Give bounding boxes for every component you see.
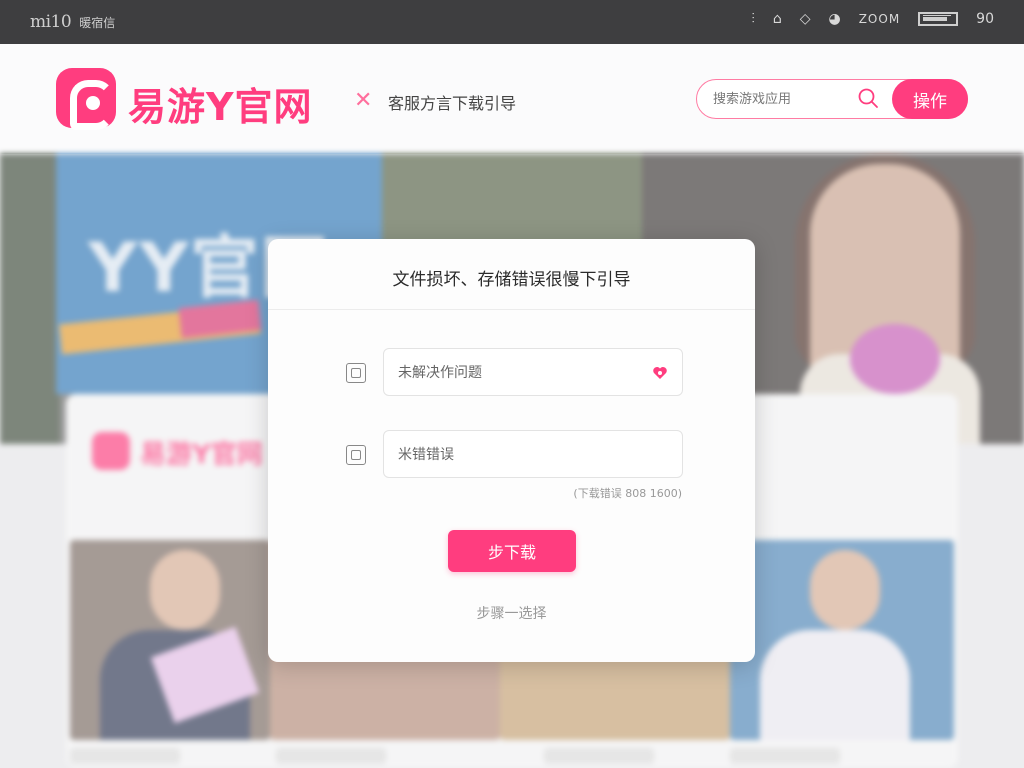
issue-input[interactable] [398,362,638,384]
device-name: mi10 [30,12,72,32]
error-input[interactable] [398,444,638,466]
logo-icon[interactable] [56,68,116,130]
dialog-divider [268,309,755,310]
home-icon: ⌂ [772,11,782,27]
system-status-bar: mi10 暖宿信 ⫶ ⌂ ◇ ◕ ZOOM 90 [0,0,1024,44]
notification-icon: ◕ [828,11,841,27]
close-icon[interactable]: ✕ [354,88,372,113]
dialog-title: 文件损坏、存储错误很慢下引导 [392,270,631,290]
signal-icon: ⫶ [751,11,755,27]
device-label: mi10 暖宿信 [30,12,115,32]
battery-icon [918,12,959,26]
file-icon [346,363,366,383]
download-button[interactable]: 步下载 [448,530,576,572]
heart-icon[interactable] [652,365,668,381]
wifi-icon: ◇ [799,11,811,27]
step-link[interactable]: 步骤一选择 [268,603,755,623]
site-header: 易游Y官网 ✕ 客服方言下载引导 操作 [0,44,1024,154]
site-name[interactable]: 易游Y官网 [128,76,313,131]
download-guide-dialog: 文件损坏、存储错误很慢下引导 (下载错误 808 1600) 步下载 步骤一选择 [268,239,755,662]
issue-field [383,348,683,396]
search-input[interactable] [713,88,853,110]
zoom-indicator: ZOOM [858,12,901,26]
battery-level: 90 [976,11,994,27]
search-icon[interactable] [857,87,879,109]
error-icon [346,445,366,465]
error-code-hint: (下载错误 808 1600) [573,487,682,500]
search-bar: 操作 [696,79,968,119]
header-tagline: 客服方言下载引导 [388,94,517,113]
status-icons: ⫶ ⌂ ◇ ◕ ZOOM 90 [751,11,994,27]
carrier-label: 暖宿信 [79,16,116,30]
error-field [383,430,683,478]
search-button[interactable]: 操作 [892,79,968,119]
